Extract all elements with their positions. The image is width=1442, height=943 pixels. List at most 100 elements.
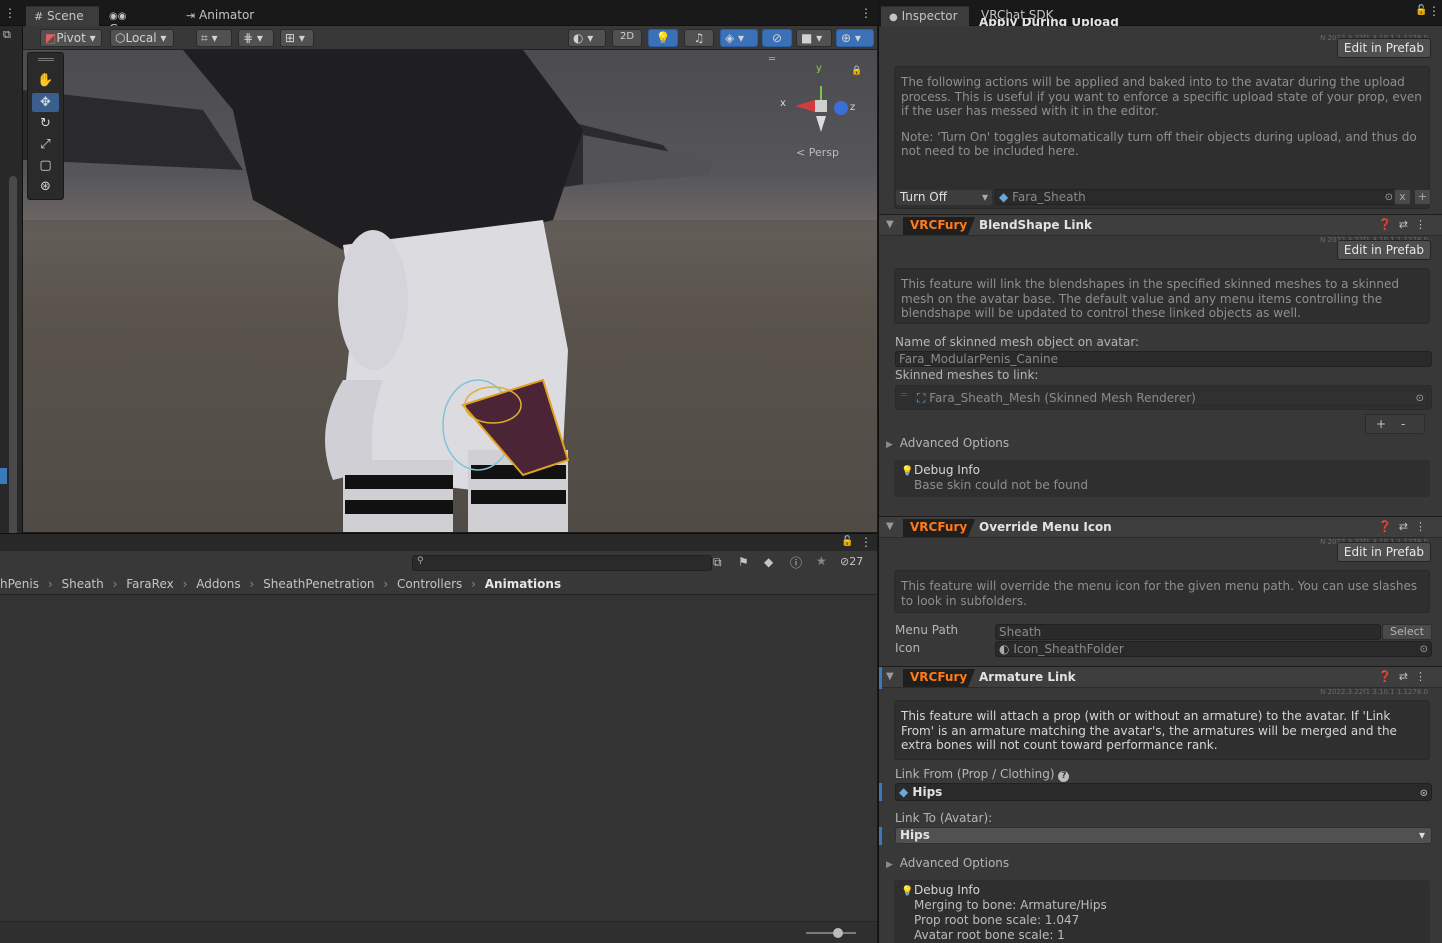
effects-dropdown[interactable]: ◈ ▾ — [720, 29, 758, 47]
rotate-tool[interactable]: ↻ — [32, 114, 59, 133]
link-from-field[interactable]: ◆ Hips ⊙ — [895, 783, 1432, 801]
move-tool[interactable]: ✥ — [32, 93, 59, 112]
project-content[interactable] — [0, 595, 877, 921]
breadcrumb-item[interactable]: SheathPenetration — [263, 577, 374, 591]
tab-animator[interactable]: ⇥ Animator — [178, 6, 268, 26]
hierarchy-search-icon[interactable]: ⧉ — [3, 28, 11, 42]
hidden-packages-button[interactable]: ⊘27 — [840, 555, 863, 568]
foldout-arrow-icon[interactable]: ▼ — [886, 671, 894, 682]
ruler-button[interactable]: ⊞ ▾ — [280, 29, 314, 47]
add-item-button[interactable]: + — [1376, 417, 1386, 431]
favorite-icon[interactable]: ★ — [816, 554, 827, 568]
foldout-arrow-icon: ▶ — [886, 440, 893, 450]
help-icon[interactable]: ❓ — [1378, 520, 1399, 533]
filter-icon[interactable]: ⚑ — [738, 555, 749, 569]
pivot-dropdown[interactable]: ◩Pivot ▾ — [40, 29, 102, 47]
shading-mode-dropdown[interactable]: ◐ ▾ — [568, 29, 606, 47]
settings-icon[interactable]: ⇄ — [1399, 218, 1415, 231]
persp-label[interactable]: < Persp — [796, 146, 839, 159]
gizmo-lock-icon[interactable]: 🔒 — [851, 66, 862, 76]
tab-inspector[interactable]: ● Inspector — [881, 6, 969, 27]
add-action-button[interactable]: + — [1414, 189, 1431, 205]
advanced-options-foldout[interactable]: ▶ Advanced Options — [886, 856, 1009, 870]
header-icons[interactable]: ❓⇄⋮ — [1378, 218, 1433, 231]
drag-handle-icon[interactable]: ═ — [901, 390, 907, 401]
select-button[interactable]: Select — [1382, 624, 1432, 640]
edit-in-prefab-button[interactable]: Edit in Prefab — [1336, 542, 1431, 562]
project-more-icon[interactable]: ⋮ — [860, 535, 872, 549]
mesh-list-item[interactable]: ⛶ Fara_Sheath_Mesh (Skinned Mesh Rendere… — [913, 390, 1428, 406]
label-icon[interactable]: ◆ — [764, 555, 773, 569]
action-object-value: Fara_Sheath — [1012, 190, 1086, 204]
zoom-slider-track[interactable] — [806, 932, 856, 934]
mesh-name-input[interactable]: Fara_ModularPenis_Canine — [895, 351, 1432, 367]
drag-handle-icon[interactable]: ═ — [769, 54, 775, 65]
grid-snap-button[interactable]: ⌗ ▾ — [196, 29, 232, 47]
inspector-lock-icon[interactable]: 🔓 — [1415, 5, 1427, 16]
meshes-label: Skinned meshes to link: — [895, 368, 1039, 382]
hierarchy-scrollbar[interactable] — [9, 176, 17, 541]
lighting-toggle[interactable]: 💡 — [648, 29, 678, 47]
foldout-arrow-icon[interactable]: ▼ — [886, 521, 894, 532]
mesh-item-value: Fara_Sheath_Mesh (Skinned Mesh Renderer) — [929, 391, 1196, 405]
more-icon[interactable]: ⋮ — [1415, 670, 1433, 683]
help-icon[interactable]: ❓ — [1378, 218, 1399, 231]
hand-tool[interactable]: ✋ — [32, 71, 59, 90]
gizmos-dropdown[interactable]: ⊕ ▾ — [836, 29, 874, 47]
advanced-options-foldout[interactable]: ▶ Advanced Options — [886, 436, 1009, 450]
tab-scene[interactable]: # Scene — [26, 6, 99, 27]
audio-toggle[interactable]: ♫ — [684, 29, 714, 47]
mode-2d-toggle[interactable]: 2D — [612, 29, 642, 47]
breadcrumb-item[interactable]: Addons — [196, 577, 240, 591]
settings-icon[interactable]: ⇄ — [1399, 670, 1415, 683]
breadcrumb-item[interactable]: Controllers — [397, 577, 462, 591]
local-dropdown[interactable]: ⬡Local ▾ — [110, 29, 174, 47]
tab-game[interactable]: ◉◉ Game — [101, 6, 169, 36]
edit-in-prefab-button[interactable]: Edit in Prefab — [1336, 38, 1431, 58]
header-icons[interactable]: ❓⇄⋮ — [1378, 670, 1433, 683]
menu-path-input[interactable]: Sheath — [995, 624, 1381, 640]
blendshape-link-header[interactable]: ▼ VRCFury BlendShape Link ❓⇄⋮ — [879, 214, 1442, 236]
edit-in-prefab-button[interactable]: Edit in Prefab — [1336, 240, 1431, 260]
object-picker-icon[interactable]: ⊙ — [1385, 191, 1393, 204]
palette-drag-icon[interactable] — [38, 58, 54, 61]
breadcrumb-item[interactable]: FaraRex — [126, 577, 174, 591]
override-menu-icon-header[interactable]: ▼ VRCFury Override Menu Icon ❓⇄⋮ — [879, 516, 1442, 538]
search-by-type-icon[interactable]: ⧉ — [713, 555, 722, 570]
more-icon[interactable]: ⋮ — [1415, 520, 1433, 533]
icon-field[interactable]: ◐ Icon_SheathFolder ⊙ — [995, 641, 1432, 657]
scene-viewport[interactable]: y x z 🔒 ═ — [23, 50, 877, 532]
object-picker-icon[interactable]: ⊙ — [1420, 786, 1428, 800]
breadcrumb-item[interactable]: hPenis — [0, 577, 39, 591]
zoom-slider-thumb[interactable] — [833, 928, 843, 938]
search-icon: ⚲ — [417, 556, 424, 566]
armature-link-header[interactable]: ▼ VRCFury Armature Link ❓⇄⋮ — [879, 666, 1442, 689]
help-icon[interactable]: ? — [1058, 771, 1070, 782]
warning-icon[interactable]: ⓘ — [790, 554, 802, 571]
apply-upload-note: Note: 'Turn On' toggles automatically tu… — [901, 129, 1417, 159]
header-icons[interactable]: ❓⇄⋮ — [1378, 520, 1433, 533]
scene-more-icon[interactable]: ⋮ — [860, 6, 872, 20]
link-to-dropdown[interactable]: Hips ▾ — [895, 827, 1432, 844]
camera-dropdown[interactable]: ■ ▾ — [796, 29, 832, 47]
remove-item-button[interactable]: - — [1401, 417, 1405, 431]
action-type-dropdown[interactable]: Turn Off ▾ — [895, 189, 993, 206]
more-icon[interactable]: ⋮ — [1415, 218, 1433, 231]
increment-snap-button[interactable]: ⋕ ▾ — [238, 29, 274, 47]
project-search-input[interactable]: ⚲ — [412, 555, 712, 571]
object-picker-icon[interactable]: ⊙ — [1420, 643, 1428, 656]
inspector-more-icon[interactable]: ⋮ — [1428, 4, 1440, 18]
settings-icon[interactable]: ⇄ — [1399, 520, 1415, 533]
more-options-icon[interactable]: ⋮ — [4, 6, 16, 20]
help-icon[interactable]: ❓ — [1378, 670, 1399, 683]
lock-icon[interactable]: 🔓 — [841, 536, 853, 547]
scale-tool[interactable]: ⤢ — [32, 135, 59, 154]
transform-tool[interactable]: ⊛ — [32, 177, 59, 196]
remove-action-button[interactable]: x — [1394, 189, 1411, 205]
breadcrumb-item[interactable]: Sheath — [61, 577, 103, 591]
visibility-toggle[interactable]: ⊘ — [762, 29, 792, 47]
action-object-field[interactable]: ◆ Fara_Sheath ⊙ — [995, 189, 1397, 205]
object-picker-icon[interactable]: ⊙ — [1416, 392, 1424, 405]
foldout-arrow-icon[interactable]: ▼ — [886, 219, 894, 230]
rect-tool[interactable]: ▢ — [32, 156, 59, 175]
